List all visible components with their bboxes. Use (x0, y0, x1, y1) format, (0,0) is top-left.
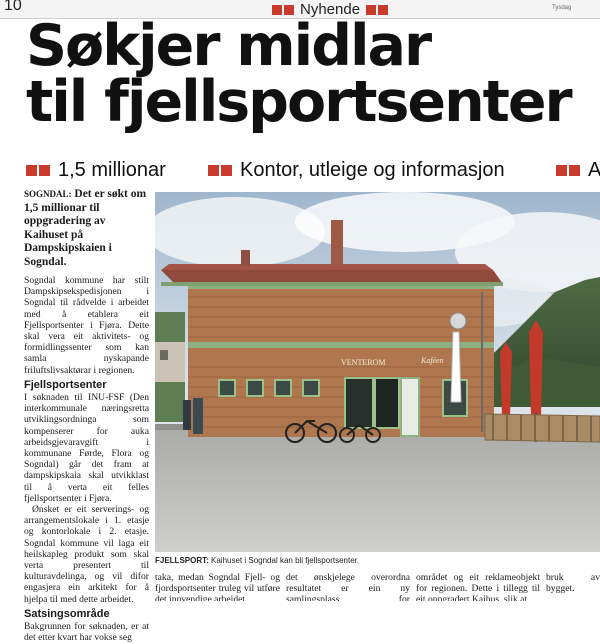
page-number: 10 (4, 0, 22, 14)
body-column: bruk av bygget. (546, 572, 600, 595)
headline-line-1: Søkjer midlar (26, 13, 432, 79)
bullet-squares-icon (26, 165, 50, 176)
photo-caption: FJELLSPORT: Kaihuset i Sogndal kan bli f… (155, 556, 360, 565)
body-paragraph: Bakgrunnen for søknaden, er at det etter… (24, 621, 149, 644)
subheading-strip: 1,5 millionar Kontor, utleige og informa… (0, 159, 600, 185)
section-subhead: Fjellsportsenter (24, 378, 107, 391)
body-paragraph: Ønsket er eit serverings- og arrangement… (24, 504, 149, 605)
subheading: A (556, 159, 600, 182)
photo-kaihuset: VENTEROM Kaféen (155, 192, 600, 552)
section-subhead: Satsingsområde (24, 607, 110, 620)
subheading: Kontor, utleige og informasjon (208, 159, 505, 182)
body-paragraph: Sogndal kommune har stilt Dampskipsekspe… (24, 275, 149, 376)
article-left-column: SOGNDAL: Det er søkt om 1,5 millionar ti… (24, 188, 149, 644)
sign-kafe: Kaféen (420, 356, 444, 365)
newspaper-name: Tysdag (552, 5, 572, 11)
body-column: området og eit reklameobjekt for regione… (416, 572, 540, 601)
article-photo: VENTEROM Kaféen (155, 192, 600, 552)
body-paragraph: I søknaden til INU-FSF (Den interkommuna… (24, 392, 149, 504)
headline-line-2: til fjellsportsenter (26, 69, 573, 135)
article-headline: Søkjer midlar til fjellsportsenter (26, 13, 600, 135)
body-column: taka, medan Sogndal Fjell- og fjordsport… (155, 572, 280, 601)
subheading: 1,5 millionar (26, 159, 166, 182)
bullet-squares-icon (556, 165, 580, 176)
sign-venterom: VENTEROM (341, 358, 385, 367)
bullet-squares-icon (208, 165, 232, 176)
article-lead: SOGNDAL: Det er søkt om 1,5 millionar ti… (24, 188, 147, 268)
body-column: det ønskjelege overordna resultatet er e… (286, 572, 410, 601)
